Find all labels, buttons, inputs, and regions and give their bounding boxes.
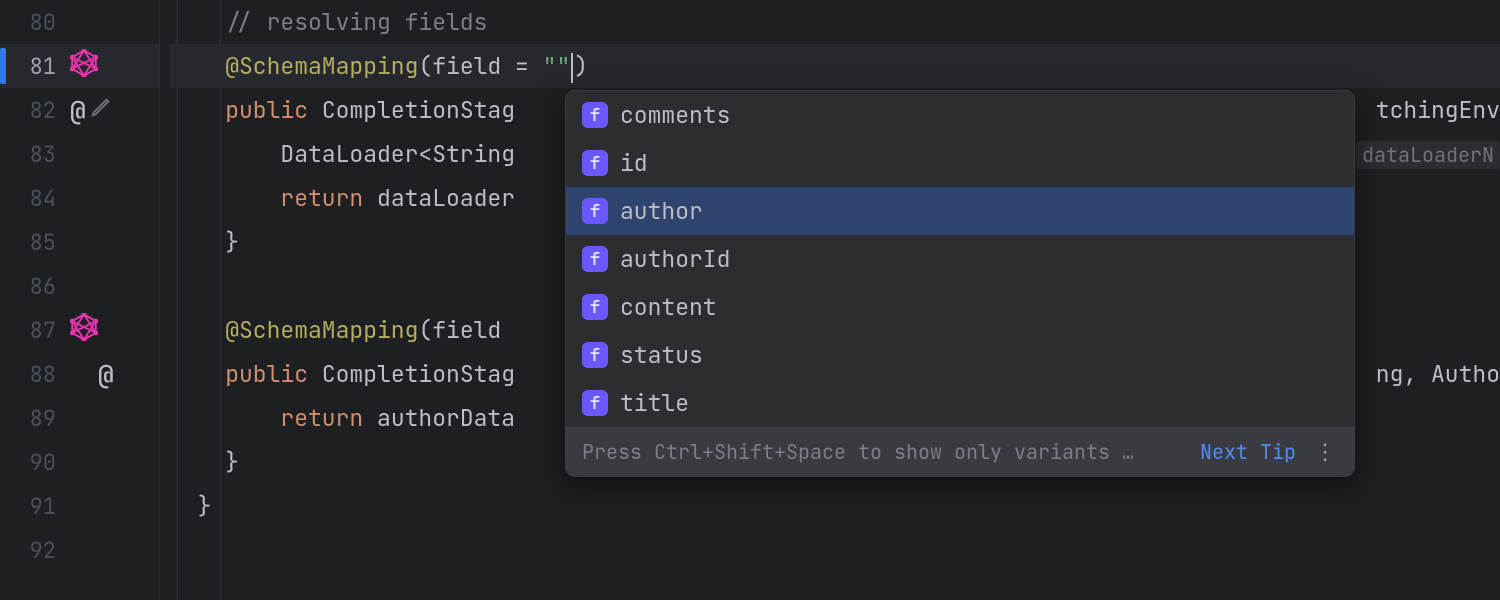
code-line-current[interactable]: @SchemaMapping(field = "") [170,44,1500,88]
at-icon[interactable]: @ [98,357,114,392]
gutter-row: 85 [0,220,159,264]
brace: } [198,491,212,521]
line-number: 87 [0,316,62,345]
code-line[interactable] [170,528,1500,572]
completion-item[interactable]: f id [566,139,1354,187]
field-kind-icon: f [582,198,608,224]
completion-label: content [620,292,717,322]
line-number: 89 [0,404,62,433]
code-line[interactable]: } [170,484,1500,528]
string-literal: "" [543,51,571,81]
keyword: return [280,183,363,213]
gutter-row: 92 [0,528,159,572]
gutter-row: 86 [0,264,159,308]
completion-label: author [620,196,703,226]
completion-label: id [620,148,648,178]
code-tail: tchingEnv [1376,88,1500,132]
line-number: 85 [0,228,62,257]
gutter-row: 82 @ [0,88,159,132]
gutter-row: 87 [0,308,159,352]
completion-item-selected[interactable]: f author [566,187,1354,235]
caret [571,53,573,83]
code-tail: ng, Autho [1376,352,1500,396]
code-text: DataLoader<String [280,139,515,169]
field-kind-icon: f [582,246,608,272]
completion-footer: Press Ctrl+Shift+Space to show only vari… [566,427,1354,476]
paren-open: ( [418,51,432,81]
pencil-icon[interactable] [90,95,112,125]
annotation: @SchemaMapping [225,51,418,81]
code-line[interactable]: // resolving fields [170,0,1500,44]
gutter-row: 84 [0,176,159,220]
line-number: 91 [0,492,62,521]
annotation: @SchemaMapping [225,315,418,345]
param-name: field [432,51,501,81]
completion-label: authorId [620,244,730,274]
line-number: 81 [0,52,62,81]
line-number: 80 [0,8,62,37]
completion-item[interactable]: f authorId [566,235,1354,283]
graphql-icon[interactable] [70,313,98,348]
field-kind-icon: f [582,102,608,128]
at-icon[interactable]: @ [70,93,86,128]
gutter-row: 83 [0,132,159,176]
line-number: 83 [0,140,62,169]
equals: = [501,51,542,81]
gutter-row: 88 @ [0,352,159,396]
line-number: 82 [0,96,62,125]
field-kind-icon: f [582,342,608,368]
type-text: CompletionStag [308,95,515,125]
code-text: authorData [363,403,515,433]
code-text: dataLoader [363,183,515,213]
line-number: 92 [0,536,62,565]
completion-label: status [620,340,703,370]
next-tip-link[interactable]: Next Tip [1200,439,1296,465]
type-text: CompletionStag [308,359,515,389]
comment-text: // resolving fields [225,7,487,37]
field-kind-icon: f [582,390,608,416]
gutter-row: 80 [0,0,159,44]
completion-list: f comments f id f author f authorId f co… [566,91,1354,427]
completion-item[interactable]: f title [566,379,1354,427]
completion-item[interactable]: f status [566,331,1354,379]
completion-item[interactable]: f comments [566,91,1354,139]
param-name: field [432,315,501,345]
more-menu-icon[interactable]: ⋮ [1296,437,1338,466]
graphql-icon[interactable] [70,49,98,84]
gutter-row: 91 [0,484,159,528]
brace: } [225,447,239,477]
line-number: 86 [0,272,62,301]
completion-popup: f comments f id f author f authorId f co… [565,90,1355,477]
completion-label: comments [620,100,730,130]
line-number: 90 [0,448,62,477]
code-editor: 80 81 82 @ 83 84 85 86 87 [0,0,1500,600]
gutter-row-current: 81 [0,44,159,88]
code-tail-hint: dataLoaderN [1356,132,1500,176]
paren-close: ) [574,51,588,81]
completion-label: title [620,388,689,418]
footer-hint-text: Press Ctrl+Shift+Space to show only vari… [582,439,1134,465]
keyword: return [280,403,363,433]
line-number: 84 [0,184,62,213]
gutter-row: 89 [0,396,159,440]
keyword: public [225,359,308,389]
line-number: 88 [0,360,62,389]
field-kind-icon: f [582,150,608,176]
completion-item[interactable]: f content [566,283,1354,331]
gutter-row: 90 [0,440,159,484]
field-kind-icon: f [582,294,608,320]
brace: } [225,227,239,257]
keyword: public [225,95,308,125]
paren-open: ( [418,315,432,345]
gutter: 80 81 82 @ 83 84 85 86 87 [0,0,160,600]
